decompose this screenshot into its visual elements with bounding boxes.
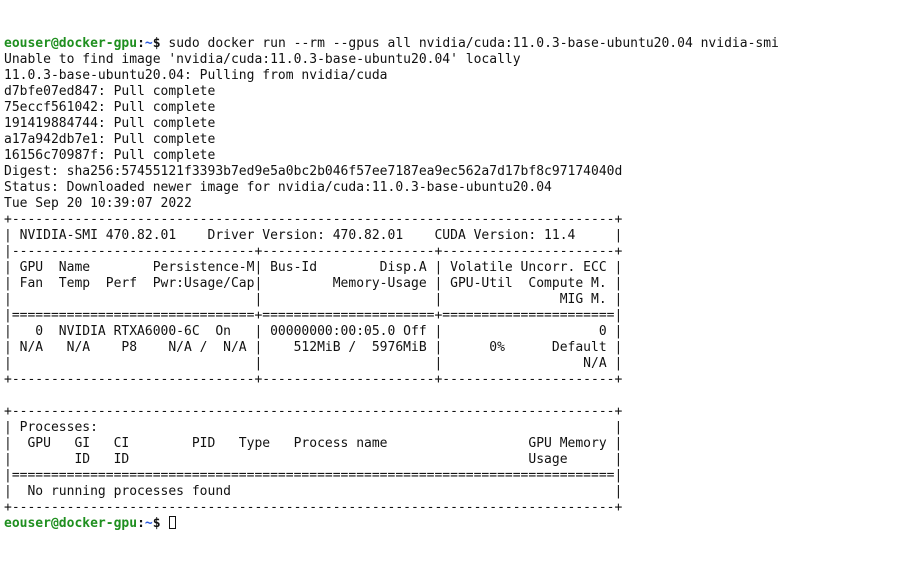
output-line: a17a942db7e1: Pull complete — [4, 132, 215, 147]
prompt-path: ~ — [145, 36, 153, 51]
nvidia-smi-line: | GPU GI CI PID Type Process name GPU Me… — [4, 436, 622, 451]
prompt-colon: : — [137, 36, 145, 51]
nvidia-smi-line: | No running processes found | — [4, 484, 622, 499]
output-line: Digest: sha256:57455121f3393b7ed9e5a0bc2… — [4, 164, 622, 179]
output-line: Unable to find image 'nvidia/cuda:11.0.3… — [4, 52, 521, 67]
prompt-at: @ — [51, 36, 59, 51]
output-line: 11.0.3-base-ubuntu20.04: Pulling from nv… — [4, 68, 388, 83]
shell-prompt-2[interactable]: eouser@docker-gpu:~$ — [4, 516, 176, 531]
nvidia-smi-line: | | | N/A | — [4, 356, 622, 371]
nvidia-smi-line: | | | MIG M. | — [4, 292, 622, 307]
nvidia-smi-line: | GPU Name Persistence-M| Bus-Id Disp.A … — [4, 260, 622, 275]
nvidia-smi-line: +---------------------------------------… — [4, 404, 622, 419]
prompt-dollar: $ — [153, 36, 169, 51]
terminal-cursor-icon — [169, 516, 176, 529]
nvidia-smi-line: | ID ID Usage | — [4, 452, 622, 467]
nvidia-smi-line: | NVIDIA-SMI 470.82.01 Driver Version: 4… — [4, 228, 622, 243]
output-line: Status: Downloaded newer image for nvidi… — [4, 180, 552, 195]
shell-prompt-1[interactable]: eouser@docker-gpu:~$ sudo docker run --r… — [4, 36, 779, 51]
nvidia-smi-line: | 0 NVIDIA RTXA6000-6C On | 00000000:00:… — [4, 324, 622, 339]
prompt-at: @ — [51, 516, 59, 531]
nvidia-smi-line: +---------------------------------------… — [4, 500, 622, 515]
output-line: 75eccf561042: Pull complete — [4, 100, 215, 115]
output-line: Tue Sep 20 10:39:07 2022 — [4, 196, 192, 211]
nvidia-smi-line: | Processes: | — [4, 420, 622, 435]
nvidia-smi-line: +-------------------------------+-------… — [4, 372, 622, 387]
nvidia-smi-line: | Fan Temp Perf Pwr:Usage/Cap| Memory-Us… — [4, 276, 622, 291]
prompt-colon: : — [137, 516, 145, 531]
prompt-host: docker-gpu — [59, 36, 137, 51]
command-text: sudo docker run --rm --gpus all nvidia/c… — [168, 36, 778, 51]
nvidia-smi-line: +---------------------------------------… — [4, 212, 622, 227]
output-line: 191419884744: Pull complete — [4, 116, 215, 131]
output-line: 16156c70987f: Pull complete — [4, 148, 215, 163]
nvidia-smi-line: | N/A N/A P8 N/A / N/A | 512MiB / 5976Mi… — [4, 340, 622, 355]
nvidia-smi-line: |=======================================… — [4, 468, 622, 483]
nvidia-smi-line: |-------------------------------+-------… — [4, 244, 622, 259]
prompt-user: eouser — [4, 36, 51, 51]
prompt-host: docker-gpu — [59, 516, 137, 531]
prompt-user: eouser — [4, 516, 51, 531]
nvidia-smi-line: |===============================+=======… — [4, 308, 622, 323]
prompt-dollar: $ — [153, 516, 169, 531]
prompt-path: ~ — [145, 516, 153, 531]
output-line: d7bfe07ed847: Pull complete — [4, 84, 215, 99]
